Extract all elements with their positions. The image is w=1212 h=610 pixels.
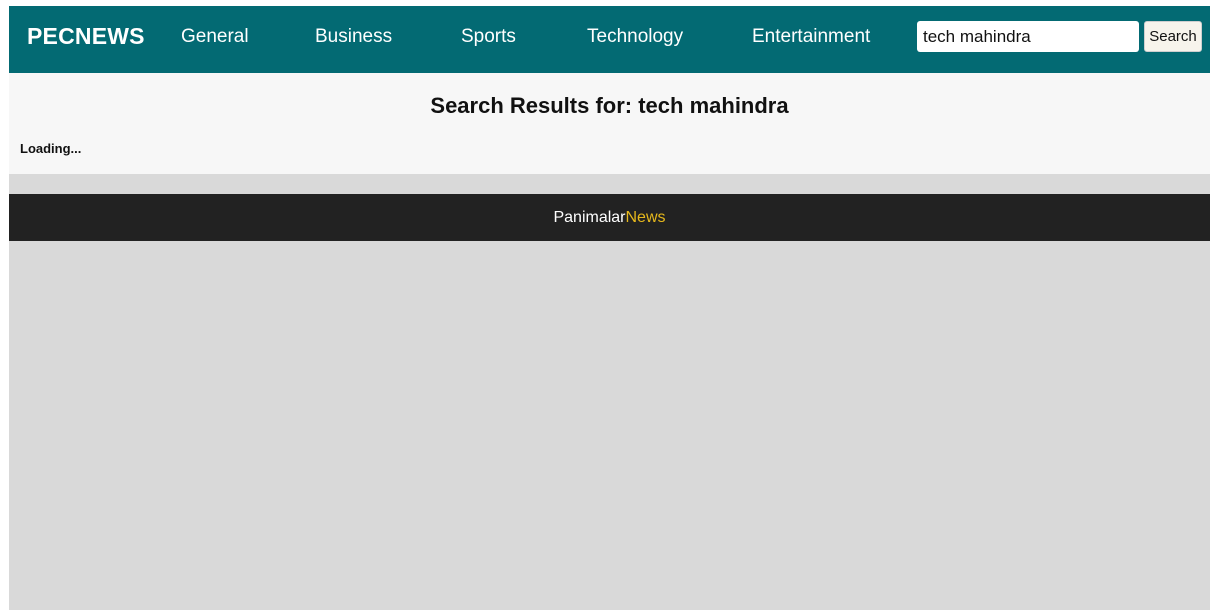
nav-link-business[interactable]: Business <box>315 26 392 48</box>
page: PECNEWS General Business Sports Technolo… <box>9 6 1210 610</box>
search-results-section: Search Results for: tech mahindra Loadin… <box>9 73 1210 174</box>
footer-brand-part1: Panimalar <box>553 209 626 226</box>
brand-logo[interactable]: PECNEWS <box>27 23 145 50</box>
navbar: PECNEWS General Business Sports Technolo… <box>9 6 1210 73</box>
search-input[interactable] <box>917 21 1139 52</box>
nav-link-sports[interactable]: Sports <box>461 26 516 48</box>
page-title: Search Results for: tech mahindra <box>430 93 789 118</box>
nav-link-general[interactable]: General <box>181 26 249 48</box>
nav-link-technology[interactable]: Technology <box>587 26 683 48</box>
footer-brand-part2: News <box>625 209 666 226</box>
loading-indicator: Loading... <box>20 141 82 156</box>
footer: PanimalarNews <box>9 194 1210 241</box>
search-button[interactable]: Search <box>1144 21 1202 52</box>
nav-link-entertainment[interactable]: Entertainment <box>752 26 870 48</box>
